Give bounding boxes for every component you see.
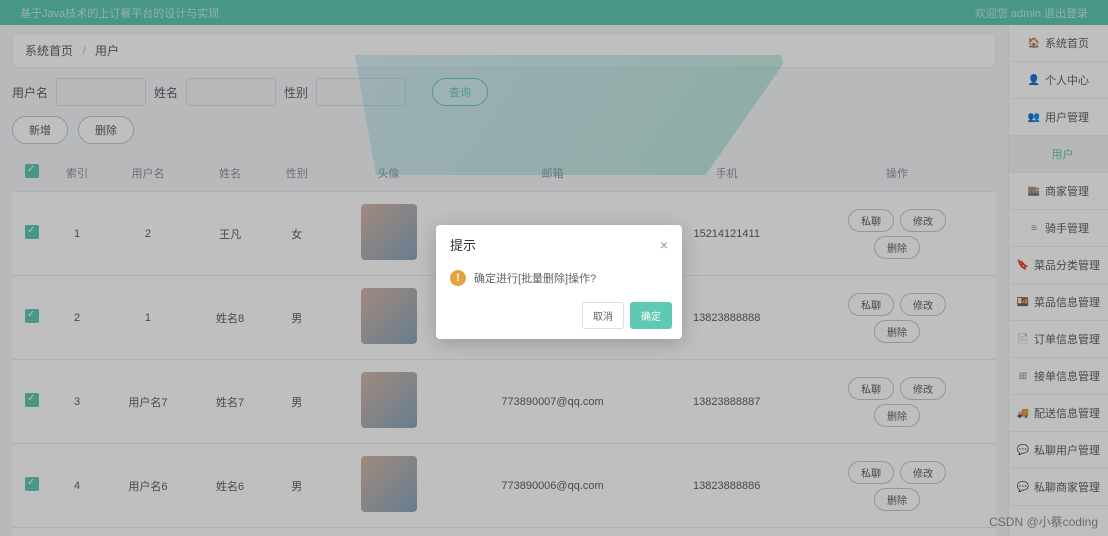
- dialog-message: 确定进行[批量删除]操作?: [474, 270, 596, 286]
- dialog-title: 提示: [450, 235, 476, 254]
- close-icon[interactable]: ×: [660, 237, 668, 253]
- confirm-dialog: 提示 × ! 确定进行[批量删除]操作? 取消 确定: [436, 225, 682, 339]
- watermark: CSDN @小蔡coding: [989, 513, 1098, 530]
- confirm-button[interactable]: 确定: [630, 302, 672, 329]
- warning-icon: !: [450, 270, 466, 286]
- cancel-button[interactable]: 取消: [582, 302, 624, 329]
